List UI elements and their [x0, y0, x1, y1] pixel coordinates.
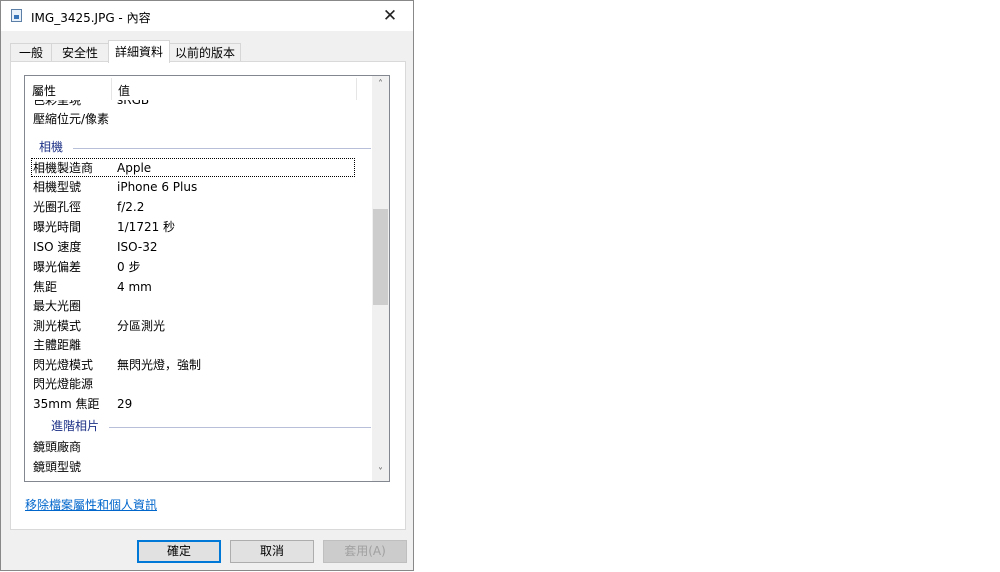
group-label: 進階相片: [51, 419, 100, 433]
property-value: 1/1721 秒: [117, 220, 176, 234]
property-value: 分區測光: [117, 319, 166, 333]
group-header-camera: 相機: [35, 138, 371, 157]
tab-details[interactable]: 詳細資料: [108, 40, 170, 63]
property-value: iPhone 6 Plus: [117, 180, 198, 194]
property-value: ISO-32: [117, 240, 158, 254]
property-value: 29: [117, 397, 133, 411]
remove-properties-link[interactable]: 移除檔案屬性和個人資訊: [25, 496, 157, 513]
list-item[interactable]: 閃光燈模式 無閃光燈，強制: [31, 356, 355, 375]
group-label: 相機: [39, 140, 64, 154]
property-name: 鏡頭型號: [33, 460, 82, 474]
apply-button[interactable]: 套用(A): [323, 540, 407, 563]
property-name: 相機型號: [33, 180, 82, 194]
list-item[interactable]: 壓縮位元/像素: [31, 110, 355, 129]
list-item[interactable]: 35mm 焦距 29: [31, 395, 355, 414]
list-header: 屬性 值: [25, 76, 372, 100]
property-name: 35mm 焦距: [33, 397, 100, 411]
properties-dialog: IMG_3425.JPG - 內容 ✕ 一般 安全性 詳細資料 以前的版本 屬性…: [0, 0, 414, 571]
property-name: 閃光燈能源: [33, 377, 94, 391]
column-header-property[interactable]: 屬性: [32, 82, 56, 99]
scroll-up-icon[interactable]: ˄: [372, 76, 389, 93]
ok-button[interactable]: 確定: [137, 540, 221, 563]
column-divider[interactable]: [356, 78, 357, 100]
property-name: 焦距: [33, 280, 58, 294]
list-item[interactable]: 鏡頭廠商: [31, 438, 355, 457]
property-value: 無閃光燈，強制: [117, 358, 202, 372]
property-name: 鏡頭廠商: [33, 440, 82, 454]
column-header-value[interactable]: 值: [118, 82, 130, 99]
property-value: 4 mm: [117, 280, 152, 294]
tab-previous-versions[interactable]: 以前的版本: [169, 43, 241, 62]
list-item[interactable]: 鏡頭型號: [31, 458, 355, 477]
group-header-advanced-photo: 進階相片: [35, 417, 371, 436]
scrollbar-thumb[interactable]: [373, 209, 388, 305]
list-item[interactable]: 閃光燈能源: [31, 375, 355, 394]
window-title: IMG_3425.JPG - 內容: [31, 11, 151, 25]
property-name: 主體距離: [33, 338, 82, 352]
tab-security[interactable]: 安全性: [51, 43, 109, 62]
group-divider: [73, 148, 371, 149]
vertical-scrollbar[interactable]: ˄ ˅: [372, 76, 389, 481]
property-name: ISO 速度: [33, 240, 82, 254]
property-value: 0 步: [117, 260, 141, 274]
list-item[interactable]: ISO 速度 ISO-32: [31, 238, 355, 257]
image-file-icon: [11, 9, 22, 22]
property-name: 曝光偏差: [33, 260, 82, 274]
list-item[interactable]: 相機型號 iPhone 6 Plus: [31, 178, 355, 197]
list-rows: 色彩呈現 sRGB 壓縮位元/像素 相機 相機製造商 Apple 相機型號 iP…: [25, 100, 372, 481]
properties-list[interactable]: 屬性 值 色彩呈現 sRGB 壓縮位元/像素 相機 相機製造商 Apple 相機…: [24, 75, 390, 482]
list-item[interactable]: 測光模式 分區測光: [31, 317, 355, 336]
list-item[interactable]: 光圈孔徑 f/2.2: [31, 198, 355, 217]
property-name: 曝光時間: [33, 220, 82, 234]
list-item[interactable]: 最大光圈: [31, 297, 355, 316]
group-divider: [109, 427, 371, 428]
property-name: 壓縮位元/像素: [33, 112, 110, 126]
property-name: 相機製造商: [33, 161, 94, 175]
list-item[interactable]: 曝光時間 1/1721 秒: [31, 218, 355, 237]
property-value: f/2.2: [117, 200, 145, 214]
cancel-button[interactable]: 取消: [230, 540, 314, 563]
property-name: 測光模式: [33, 319, 82, 333]
property-name: 閃光燈模式: [33, 358, 94, 372]
list-item[interactable]: 焦距 4 mm: [31, 278, 355, 297]
list-item-selected[interactable]: 相機製造商 Apple: [31, 158, 355, 177]
close-button[interactable]: ✕: [367, 1, 413, 31]
list-item[interactable]: 色彩呈現 sRGB: [31, 100, 355, 110]
list-item[interactable]: 主體距離: [31, 336, 355, 355]
property-name: 光圈孔徑: [33, 200, 82, 214]
scroll-down-icon[interactable]: ˅: [372, 464, 389, 481]
property-name: 色彩呈現: [33, 100, 82, 107]
property-name: 最大光圈: [33, 299, 82, 313]
tab-general[interactable]: 一般: [10, 43, 52, 62]
list-item[interactable]: 曝光偏差 0 步: [31, 258, 355, 277]
property-value: Apple: [117, 161, 152, 175]
title-bar: IMG_3425.JPG - 內容 ✕: [1, 1, 413, 31]
column-divider[interactable]: [111, 78, 112, 100]
property-value: sRGB: [117, 100, 150, 107]
